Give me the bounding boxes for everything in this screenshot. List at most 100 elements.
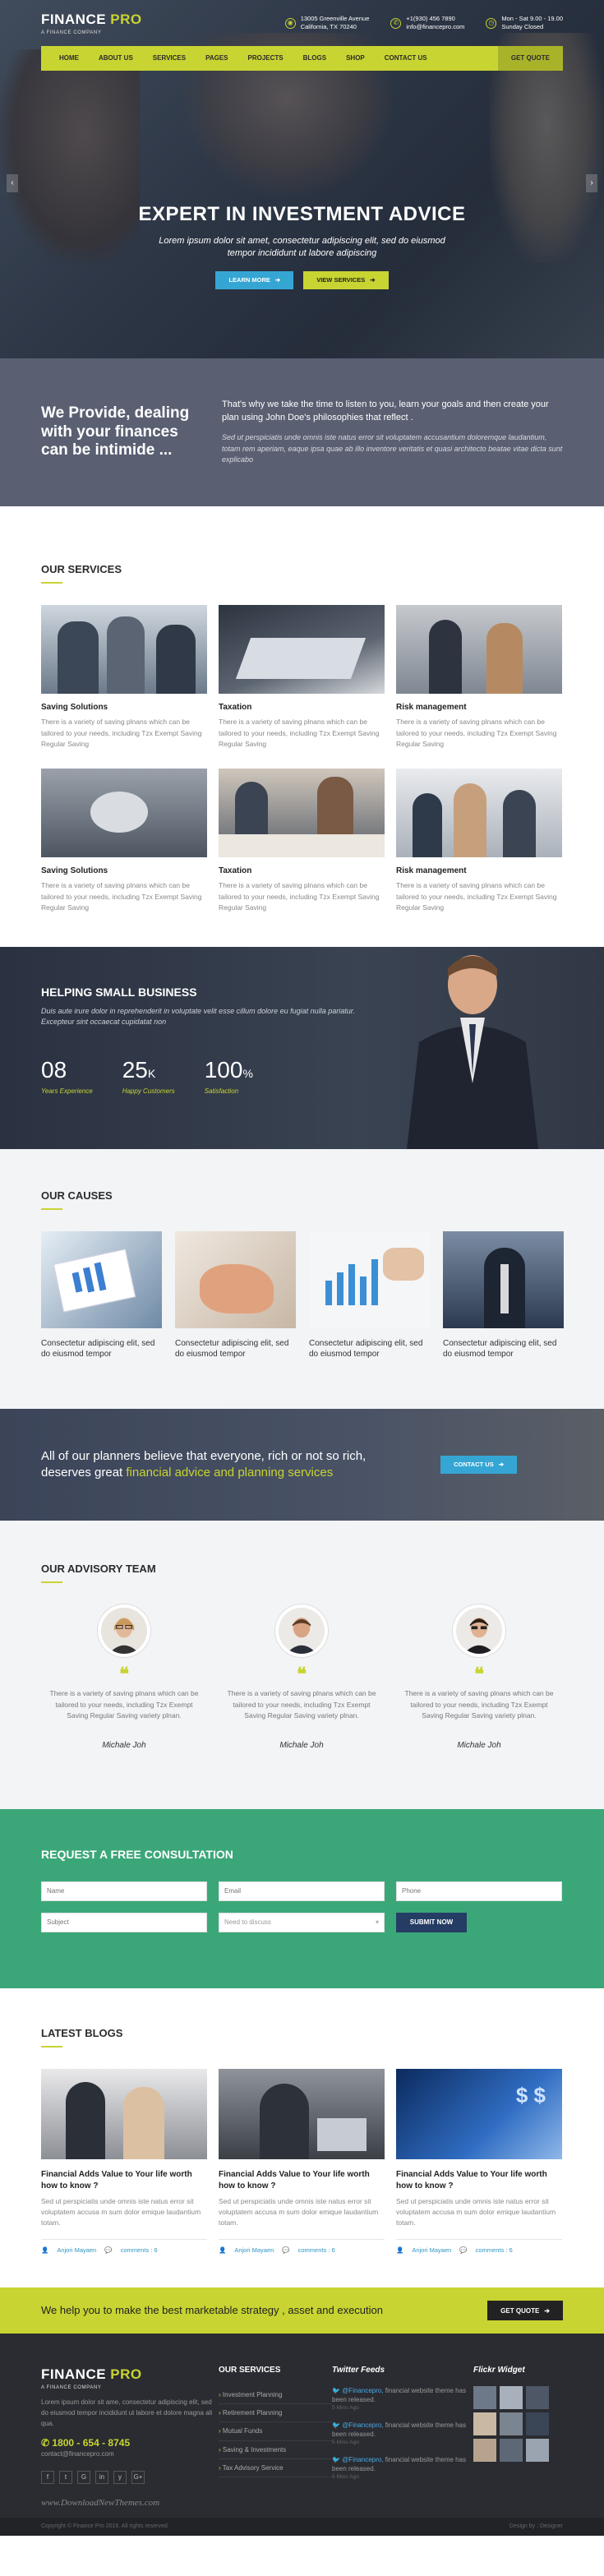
- avatar: [98, 1604, 150, 1658]
- flickr-thumb[interactable]: [473, 2439, 496, 2463]
- cta-strip: We help you to make the best marketable …: [0, 2287, 604, 2334]
- team-title: OUR ADVISORY TEAM: [41, 1562, 563, 1583]
- tweet: 🐦 @Financepro, financial website theme h…: [332, 2455, 467, 2480]
- consultation-section: REQUEST A FREE CONSULTATION Need to disc…: [0, 1808, 604, 1988]
- slider-prev-arrow[interactable]: ‹: [7, 174, 18, 192]
- team-member-name: Michale Joh: [457, 1740, 501, 1750]
- footer-service-link[interactable]: Retirement Planning: [219, 2404, 332, 2423]
- service-card[interactable]: Risk management There is a variety of sa…: [396, 768, 562, 914]
- service-image: [41, 605, 207, 695]
- address-info: ◉ 13005 Greenville Avenue California, TX …: [284, 15, 369, 31]
- cause-card[interactable]: Consectetur adipiscing elit, sed do eius…: [443, 1230, 564, 1360]
- service-card[interactable]: Saving Solutions There is a variety of s…: [41, 605, 207, 750]
- hours-info: ◷ Mon - Sat 9.00 - 19.00 Sunday Closed: [486, 15, 563, 31]
- flickr-thumb[interactable]: [473, 2412, 496, 2436]
- footer-service-link[interactable]: Saving & Investments: [219, 2441, 332, 2459]
- blog-title[interactable]: Financial Adds Value to Your life worth …: [41, 2169, 207, 2191]
- service-card[interactable]: Taxation There is a variety of saving pl…: [219, 768, 385, 914]
- view-services-button[interactable]: VIEW SERVICES ➔: [303, 271, 389, 290]
- logo[interactable]: FINANCE PRO A FINANCE COMPANY: [41, 10, 142, 36]
- phone-icon: ✆: [390, 17, 402, 29]
- slider-next-arrow[interactable]: ›: [586, 174, 597, 192]
- nav-about[interactable]: ABOUT US: [89, 46, 143, 71]
- blog-image: [41, 2069, 207, 2160]
- footer-twitter: Twitter Feeds 🐦 @Financepro, financial w…: [332, 2365, 473, 2509]
- service-title: Risk management: [396, 866, 467, 875]
- nav-pages[interactable]: PAGES: [196, 46, 237, 71]
- nav-contact[interactable]: CONTACT US: [375, 46, 437, 71]
- service-card[interactable]: Saving Solutions There is a variety of s…: [41, 768, 207, 914]
- flickr-thumb[interactable]: [500, 2386, 523, 2410]
- footer-service-link[interactable]: Tax Advisory Service: [219, 2459, 332, 2478]
- nav-services[interactable]: SERVICES: [143, 46, 196, 71]
- nav-projects[interactable]: PROJECTS: [238, 46, 293, 71]
- facebook-icon[interactable]: f: [41, 2470, 54, 2484]
- blog-title[interactable]: Financial Adds Value to Your life worth …: [396, 2169, 562, 2191]
- footer-email[interactable]: contact@financepro.com: [41, 2449, 219, 2458]
- contact-us-button[interactable]: CONTACT US ➔: [440, 1455, 517, 1474]
- team-member-name: Michale Joh: [102, 1740, 146, 1750]
- logo-name: FINANCE: [41, 11, 107, 27]
- nav-shop[interactable]: SHOP: [336, 46, 375, 71]
- user-icon: 👤: [41, 2246, 49, 2254]
- arrow-right-icon: ➔: [544, 2306, 550, 2315]
- blog-card[interactable]: $ $ Financial Adds Value to Your life wo…: [396, 2069, 562, 2255]
- blog-card[interactable]: Financial Adds Value to Your life worth …: [41, 2069, 207, 2255]
- discuss-select[interactable]: Need to discuss ▾: [219, 1912, 385, 1932]
- footer-phone: ✆ 1800 - 654 - 8745: [41, 2436, 131, 2449]
- name-input[interactable]: [41, 1881, 207, 1901]
- cause-image: [41, 1230, 162, 1328]
- nav-home[interactable]: HOME: [49, 46, 89, 71]
- blog-card[interactable]: Financial Adds Value to Your life worth …: [219, 2069, 385, 2255]
- user-icon: 👤: [396, 2246, 404, 2254]
- footer-service-link[interactable]: Mutual Funds: [219, 2422, 332, 2441]
- cause-card[interactable]: Consectetur adipiscing elit, sed do eius…: [309, 1230, 430, 1360]
- blog-meta: 👤 Anjori Mayaen 💬 comments : 6: [41, 2238, 207, 2255]
- flickr-thumb[interactable]: [526, 2439, 549, 2463]
- flickr-thumb[interactable]: [500, 2412, 523, 2436]
- service-text: There is a variety of saving plnans whic…: [396, 880, 557, 912]
- blog-title[interactable]: Financial Adds Value to Your life worth …: [219, 2169, 385, 2191]
- twitter-icon[interactable]: t: [59, 2470, 72, 2484]
- cause-card[interactable]: Consectetur adipiscing elit, sed do eius…: [41, 1230, 162, 1360]
- phone-input[interactable]: [396, 1881, 562, 1901]
- youtube-icon[interactable]: y: [113, 2470, 127, 2484]
- nav-blogs[interactable]: BLOGS: [293, 46, 336, 71]
- get-quote-button[interactable]: GET QUOTE ➔: [487, 2301, 563, 2321]
- learn-more-button[interactable]: LEARN MORE ➔: [215, 271, 294, 290]
- comment-icon: 💬: [459, 2246, 468, 2254]
- email-input[interactable]: [219, 1881, 385, 1901]
- google-icon[interactable]: G: [77, 2470, 90, 2484]
- nav-get-quote-button[interactable]: GET QUOTE: [497, 46, 563, 71]
- flickr-thumb[interactable]: [526, 2386, 549, 2410]
- cause-card[interactable]: Consectetur adipiscing elit, sed do eius…: [175, 1230, 296, 1360]
- service-image: [219, 605, 385, 695]
- service-image: [396, 768, 562, 857]
- causes-section: OUR CAUSES Consectetur adipiscing elit, …: [0, 1148, 604, 1409]
- team-member: ❝ There is a variety of saving plnans wh…: [396, 1604, 562, 1752]
- flickr-thumb[interactable]: [500, 2439, 523, 2463]
- google-plus-icon[interactable]: G+: [131, 2470, 145, 2484]
- watermark: www.DownloadNewThemes.com: [41, 2497, 160, 2508]
- blog-text: Sed ut perspiciatis unde omnis iste natu…: [396, 2197, 556, 2227]
- flickr-thumb[interactable]: [473, 2386, 496, 2410]
- blog-text: Sed ut perspiciatis unde omnis iste natu…: [219, 2197, 379, 2227]
- footer-service-link[interactable]: Investment Planning: [219, 2386, 332, 2405]
- team-member-text: There is a variety of saving plnans whic…: [227, 1689, 376, 1720]
- subject-input[interactable]: [41, 1912, 207, 1932]
- map-pin-icon: ◉: [284, 17, 296, 29]
- user-icon: 👤: [219, 2246, 227, 2254]
- service-card[interactable]: Risk management There is a variety of sa…: [396, 605, 562, 750]
- linkedin-icon[interactable]: in: [95, 2470, 108, 2484]
- logo-accent: PRO: [110, 11, 142, 27]
- banner-text: All of our planners believe that everyon…: [41, 1449, 367, 1480]
- cause-image: [443, 1230, 564, 1328]
- flickr-thumb[interactable]: [526, 2412, 549, 2436]
- service-text: There is a variety of saving plnans whic…: [41, 880, 202, 912]
- service-image: [41, 768, 207, 857]
- team-member-text: There is a variety of saving plnans whic…: [404, 1689, 554, 1720]
- service-card[interactable]: Taxation There is a variety of saving pl…: [219, 605, 385, 750]
- twitter-icon: 🐦: [332, 2421, 343, 2429]
- service-text: There is a variety of saving plnans whic…: [219, 718, 380, 749]
- submit-button[interactable]: SUBMIT NOW: [396, 1912, 467, 1932]
